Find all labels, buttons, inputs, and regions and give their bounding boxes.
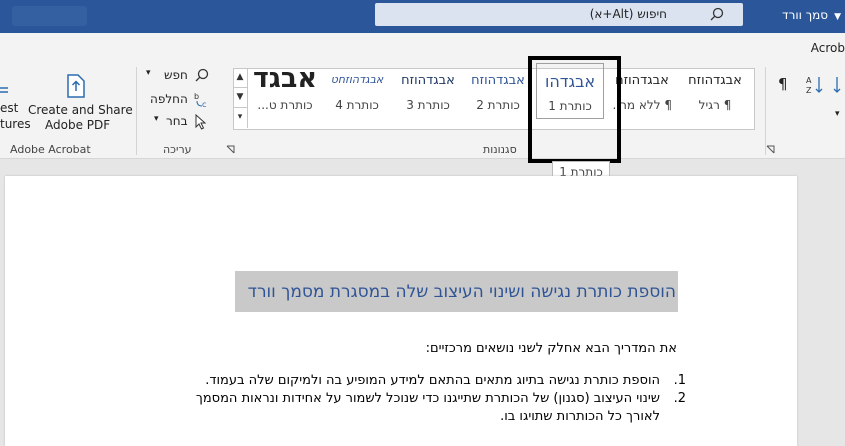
select-button[interactable]: ▾ בחר: [154, 113, 214, 131]
list-text: הוספת כותרת נגישה בתיוג מתאים בהתאם למיד…: [205, 373, 660, 388]
style-sample: אבגדהוזח: [401, 73, 455, 88]
share-pdf-icon: [67, 74, 85, 98]
request-signatures-icon[interactable]: [0, 83, 10, 97]
cursor-arrow-icon: [195, 114, 207, 130]
svg-text:c: c: [202, 100, 206, 109]
style-normal[interactable]: אבגדהוזח ¶ רגיל: [685, 63, 745, 119]
search-placeholder: חיפוש (Alt+א): [589, 7, 667, 21]
tab-acrobat[interactable]: Acrob: [811, 41, 845, 55]
list-text: לאורך כל הכותרות שתויגו בו.: [500, 409, 660, 424]
document-heading[interactable]: הוספת כותרת נגישה ושינוי העיצוב שלה במסג…: [235, 271, 678, 312]
chevron-down-icon: ▼: [834, 12, 841, 22]
create-share-pdf-button[interactable]: Create and Share Adobe PDF: [28, 69, 133, 133]
request-signatures-label-2[interactable]: tures: [0, 117, 31, 131]
select-label: בחר: [166, 114, 188, 128]
style-sample: אבגדהוזח: [615, 73, 669, 88]
list-number: 1.: [673, 373, 686, 388]
svg-text:A: A: [806, 76, 812, 85]
list-item[interactable]: 1. הוספת כותרת נגישה בתיוג מתאים בהתאם ל…: [205, 373, 686, 388]
highlight-box: [528, 56, 621, 163]
svg-text:Z: Z: [806, 86, 812, 95]
style-name: כותרת 4: [335, 98, 379, 112]
style-title[interactable]: אבגד כותרת ט...: [253, 63, 317, 119]
style-heading-4[interactable]: אבגדהוזחט כותרת 4: [327, 63, 387, 119]
pilcrow-icon[interactable]: ¶: [778, 75, 788, 93]
ribbon: est tures Create and Share Adobe PDF Ado…: [0, 61, 845, 159]
gallery-more-icon[interactable]: ▾: [233, 108, 247, 127]
find-label: חפש: [164, 68, 188, 82]
heading-text: הוספת כותרת נגישה ושינוי העיצוב שלה במסג…: [247, 282, 676, 302]
list-number: 2.: [673, 391, 686, 406]
gallery-scroll-down-icon[interactable]: ▼: [233, 88, 247, 108]
intro-paragraph[interactable]: את המדריך הבא אחלק לשני נושאים מרכזיים:: [426, 341, 677, 356]
style-name: ¶ רגיל: [698, 98, 732, 112]
ribbon-tabs: Acrob: [0, 33, 845, 61]
list-item[interactable]: 2. שינוי העיצוב (סגנון) של הכותרת שתייגנ…: [195, 391, 686, 406]
style-name: כותרת ט...: [257, 98, 313, 112]
chevron-down-icon[interactable]: ▾: [835, 109, 840, 119]
replace-button[interactable]: החלפה bc: [150, 91, 216, 109]
group-label-acrobat: Adobe Acrobat: [10, 143, 91, 156]
style-sample: אבגד: [253, 63, 317, 94]
list-item[interactable]: לאורך כל הכותרות שתויגו בו.: [500, 409, 660, 424]
style-heading-3[interactable]: אבגדהוזח כותרת 3: [398, 63, 458, 119]
search-icon: [195, 68, 209, 82]
style-heading-2[interactable]: אבגדהוזח כותרת 2: [468, 63, 528, 119]
style-name: ¶ ללא מר...: [612, 98, 672, 112]
search-icon: [710, 7, 724, 21]
quick-access-toolbar: [12, 6, 87, 26]
text-direction-icon[interactable]: [830, 75, 844, 95]
style-name: כותרת 2: [476, 98, 520, 112]
gallery-scroll-up-icon[interactable]: ▲: [233, 68, 247, 88]
document-page[interactable]: הוספת כותרת נגישה ושינוי העיצוב שלה במסג…: [5, 176, 797, 446]
group-label-styles: סגנונות: [483, 143, 517, 156]
style-name: כותרת 3: [406, 98, 450, 112]
style-sample: אבגדהוזח: [688, 73, 742, 88]
style-no-spacing[interactable]: אבגדהוזח ¶ ללא מר...: [612, 63, 672, 119]
group-divider: [136, 67, 137, 155]
document-title[interactable]: ▼סמך וורד: [782, 8, 841, 22]
find-button[interactable]: ▾ חפש: [146, 67, 216, 85]
search-box[interactable]: חיפוש (Alt+א): [375, 3, 743, 26]
chevron-down-icon: ▾: [146, 68, 151, 78]
replace-icon: bc: [194, 92, 206, 109]
sort-icon[interactable]: AZ: [806, 75, 824, 95]
style-sample: אבגדהוזח: [471, 73, 525, 88]
style-sample: אבגדהוזחט: [330, 73, 384, 86]
title-bar: חיפוש (Alt+א) ▼סמך וורד: [0, 0, 845, 33]
dialog-launcher-icon[interactable]: [226, 145, 235, 154]
gallery-scroll[interactable]: ▲ ▼ ▾: [233, 68, 248, 128]
group-label-editing: עריכה: [163, 143, 192, 156]
svg-text:b: b: [194, 92, 199, 101]
replace-label: החלפה: [150, 92, 188, 106]
create-share-label-2: Adobe PDF: [45, 118, 111, 132]
list-text: שינוי העיצוב (סגנון) של הכותרת שתייגנו כ…: [195, 391, 660, 406]
chevron-down-icon: ▾: [154, 114, 159, 124]
create-share-label-1: Create and Share: [28, 103, 133, 117]
dialog-launcher-icon[interactable]: [766, 145, 775, 154]
group-divider: [765, 67, 766, 155]
request-signatures-label-1[interactable]: est: [0, 101, 18, 115]
